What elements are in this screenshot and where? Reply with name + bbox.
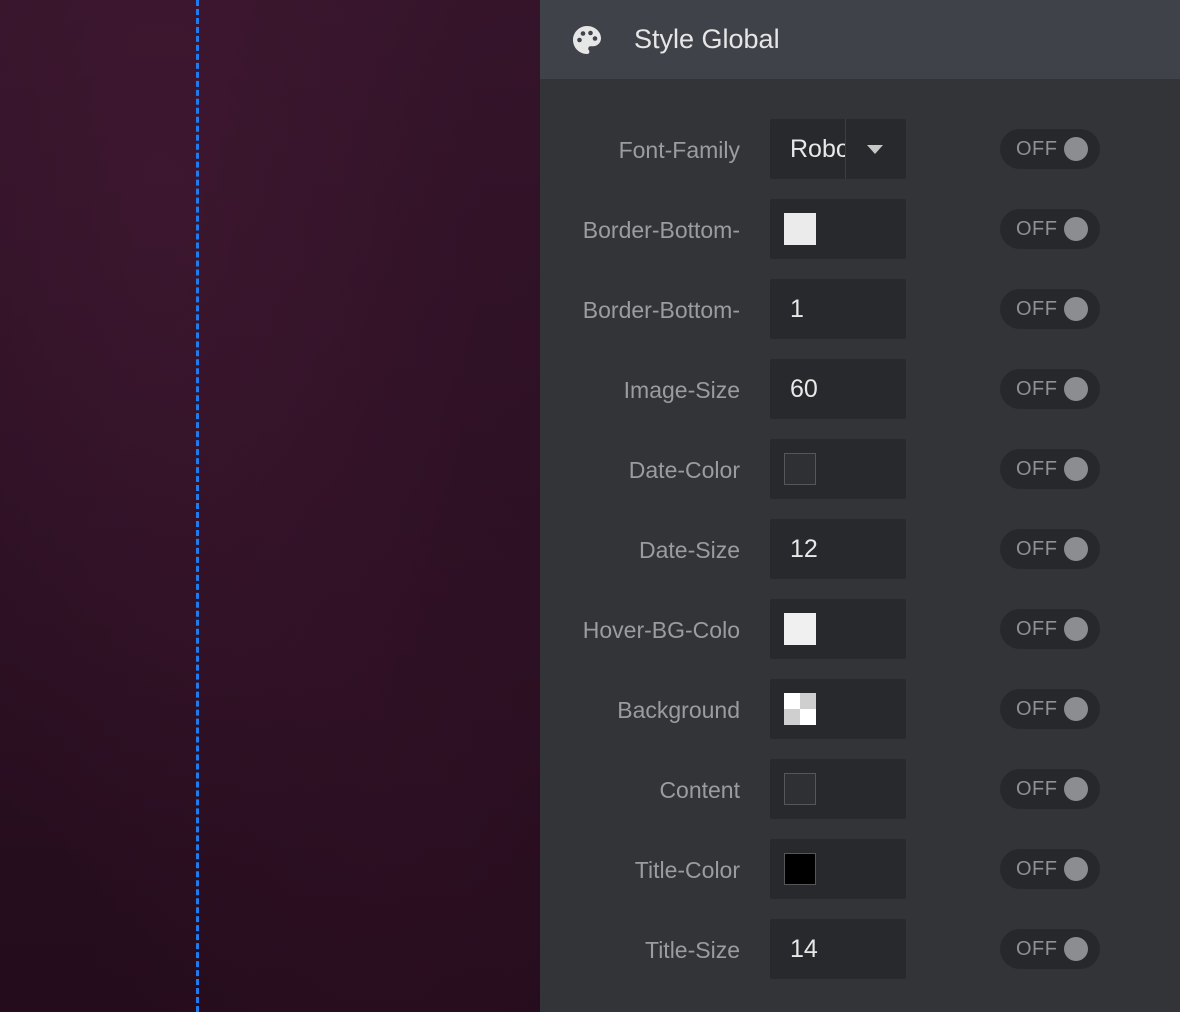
color-picker[interactable] bbox=[770, 439, 906, 499]
toggle-switch[interactable]: OFF bbox=[1000, 209, 1100, 249]
setting-row: Content OFF bbox=[540, 759, 1180, 819]
color-swatch[interactable] bbox=[784, 613, 816, 645]
color-picker[interactable] bbox=[770, 199, 906, 259]
color-swatch[interactable] bbox=[784, 853, 816, 885]
setting-row: Border-Bottom- 1 OFF bbox=[540, 279, 1180, 339]
setting-label: Font-Family bbox=[618, 137, 740, 163]
toggle-state-label: OFF bbox=[1016, 298, 1058, 320]
setting-label: Border-Bottom- bbox=[582, 297, 740, 323]
color-swatch[interactable] bbox=[784, 693, 816, 725]
input-value: 12 bbox=[790, 535, 818, 563]
setting-label: Title-Color bbox=[634, 857, 740, 883]
select-divider bbox=[845, 119, 846, 179]
guide-line bbox=[196, 0, 199, 1012]
setting-row: Hover-BG-Colo OFF bbox=[540, 599, 1180, 659]
number-input[interactable]: 60 bbox=[770, 359, 906, 419]
setting-row: Date-Size 12 OFF bbox=[540, 519, 1180, 579]
toggle-knob bbox=[1064, 777, 1088, 801]
toggle-knob bbox=[1064, 137, 1088, 161]
setting-label: Border-Bottom- bbox=[582, 217, 740, 243]
toggle-state-label: OFF bbox=[1016, 858, 1058, 880]
toggle-switch[interactable]: OFF bbox=[1000, 609, 1100, 649]
toggle-switch[interactable]: OFF bbox=[1000, 289, 1100, 329]
color-picker[interactable] bbox=[770, 759, 906, 819]
toggle-knob bbox=[1064, 377, 1088, 401]
toggle-knob bbox=[1064, 937, 1088, 961]
number-input[interactable]: 14 bbox=[770, 919, 906, 979]
toggle-knob bbox=[1064, 857, 1088, 881]
toggle-state-label: OFF bbox=[1016, 458, 1058, 480]
setting-row: Date-Color OFF bbox=[540, 439, 1180, 499]
input-value: 14 bbox=[790, 935, 818, 963]
toggle-knob bbox=[1064, 537, 1088, 561]
caret-down-icon[interactable] bbox=[867, 145, 883, 154]
setting-row: Font-Family Robo OFF bbox=[540, 119, 1180, 179]
toggle-state-label: OFF bbox=[1016, 778, 1058, 800]
toggle-state-label: OFF bbox=[1016, 538, 1058, 560]
toggle-state-label: OFF bbox=[1016, 378, 1058, 400]
toggle-switch[interactable]: OFF bbox=[1000, 369, 1100, 409]
toggle-state-label: OFF bbox=[1016, 698, 1058, 720]
toggle-switch[interactable]: OFF bbox=[1000, 449, 1100, 489]
setting-label: Hover-BG-Colo bbox=[582, 617, 740, 643]
setting-row: Border-Bottom- OFF bbox=[540, 199, 1180, 259]
panel-title: Style Global bbox=[634, 24, 780, 54]
toggle-knob bbox=[1064, 457, 1088, 481]
toggle-knob bbox=[1064, 617, 1088, 641]
setting-label: Date-Color bbox=[628, 457, 740, 483]
setting-label: Image-Size bbox=[623, 377, 740, 403]
color-picker[interactable] bbox=[770, 599, 906, 659]
setting-row: Title-Size 14 OFF bbox=[540, 919, 1180, 979]
number-input[interactable]: 12 bbox=[770, 519, 906, 579]
settings-list: Font-Family Robo OFF Border-Bottom- OFF Borde… bbox=[540, 119, 1180, 999]
setting-row: Image-Size 60 OFF bbox=[540, 359, 1180, 419]
editor-canvas[interactable] bbox=[0, 0, 540, 1012]
toggle-knob bbox=[1064, 217, 1088, 241]
toggle-switch[interactable]: OFF bbox=[1000, 769, 1100, 809]
panel-header: Style Global bbox=[540, 0, 1180, 79]
color-picker[interactable] bbox=[770, 839, 906, 899]
setting-label: Background bbox=[617, 697, 740, 723]
setting-row: Background OFF bbox=[540, 679, 1180, 739]
setting-label: Title-Size bbox=[645, 937, 740, 963]
toggle-state-label: OFF bbox=[1016, 938, 1058, 960]
setting-label: Content bbox=[659, 777, 740, 803]
color-swatch[interactable] bbox=[784, 213, 816, 245]
toggle-state-label: OFF bbox=[1016, 218, 1058, 240]
style-global-panel: Style Global Font-Family Robo OFF Border-Bo… bbox=[540, 0, 1180, 1012]
input-value: 1 bbox=[790, 295, 804, 323]
color-swatch[interactable] bbox=[784, 773, 816, 805]
toggle-state-label: OFF bbox=[1016, 138, 1058, 160]
color-swatch[interactable] bbox=[784, 453, 816, 485]
number-input[interactable]: 1 bbox=[770, 279, 906, 339]
palette-icon bbox=[570, 23, 604, 57]
toggle-switch[interactable]: OFF bbox=[1000, 849, 1100, 889]
input-value: 60 bbox=[790, 375, 818, 403]
font-family-select[interactable]: Robo bbox=[770, 119, 906, 179]
color-picker[interactable] bbox=[770, 679, 906, 739]
toggle-knob bbox=[1064, 297, 1088, 321]
select-value: Robo bbox=[790, 135, 846, 163]
toggle-state-label: OFF bbox=[1016, 618, 1058, 640]
toggle-knob bbox=[1064, 697, 1088, 721]
setting-row: Title-Color OFF bbox=[540, 839, 1180, 899]
setting-label: Date-Size bbox=[639, 537, 740, 563]
toggle-switch[interactable]: OFF bbox=[1000, 689, 1100, 729]
toggle-switch[interactable]: OFF bbox=[1000, 529, 1100, 569]
toggle-switch[interactable]: OFF bbox=[1000, 929, 1100, 969]
toggle-switch[interactable]: OFF bbox=[1000, 129, 1100, 169]
